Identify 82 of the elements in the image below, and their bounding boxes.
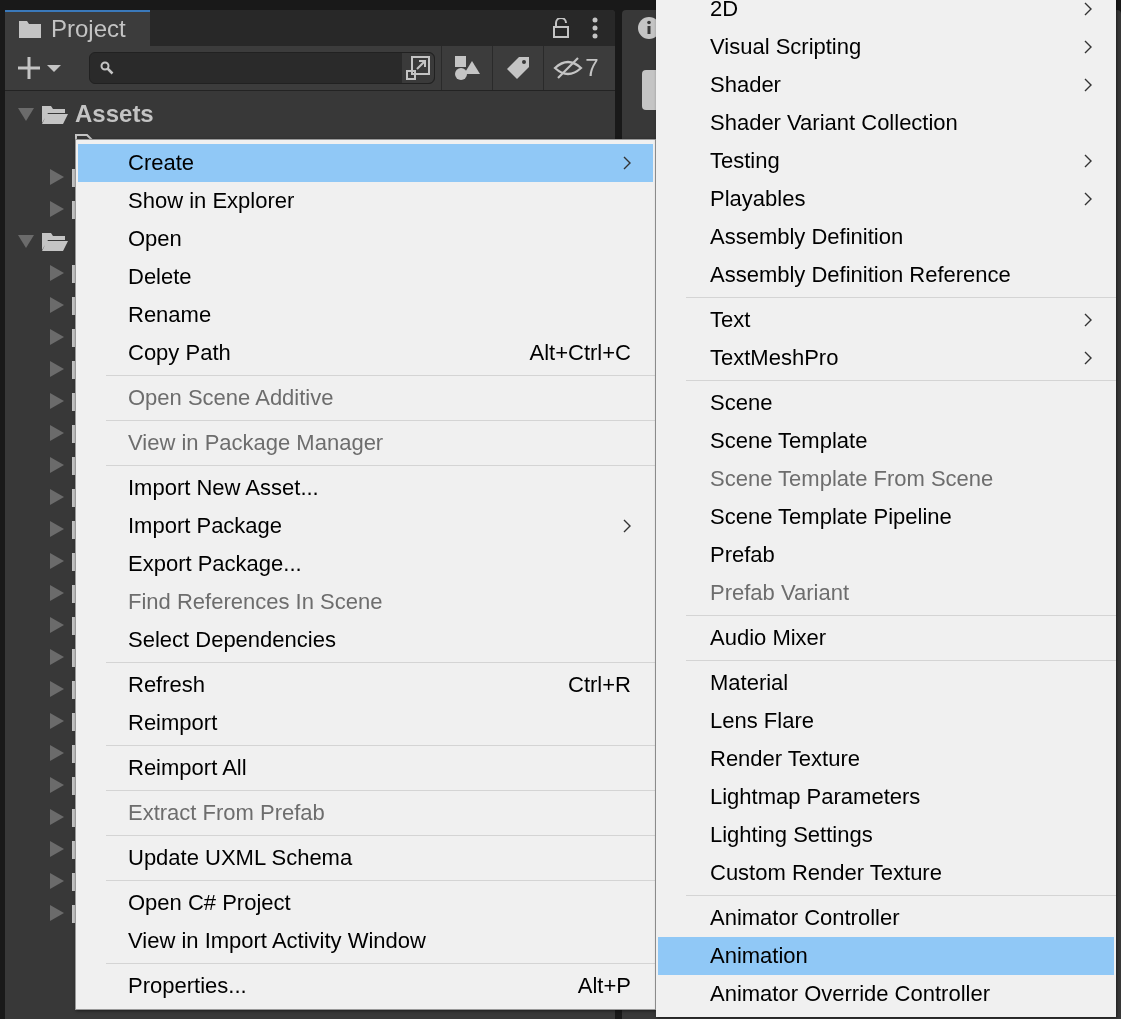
shapes-icon: [453, 55, 481, 81]
expand-window-icon: [406, 56, 430, 80]
collapsed-arrow-icon[interactable]: [47, 393, 65, 409]
collapsed-arrow-icon[interactable]: [47, 457, 65, 473]
tree-item-label[interactable]: Assets: [75, 100, 154, 128]
menu-item[interactable]: Import Package: [78, 507, 653, 545]
collapsed-arrow-icon[interactable]: [47, 361, 65, 377]
hidden-eye-icon: [553, 56, 584, 80]
menu-item[interactable]: Update UXML Schema: [78, 839, 653, 877]
collapsed-arrow-icon[interactable]: [47, 169, 65, 185]
menu-item[interactable]: Animator Override Controller: [658, 975, 1114, 1013]
menu-item[interactable]: Refresh Ctrl+R: [78, 666, 653, 704]
menu-item[interactable]: TextMeshPro: [658, 339, 1114, 377]
hidden-packages-button[interactable]: 7: [543, 46, 608, 90]
collapsed-arrow-icon[interactable]: [47, 617, 65, 633]
menu-item[interactable]: Playables: [658, 180, 1114, 218]
folder-icon: [41, 103, 69, 125]
menu-item[interactable]: Scene: [658, 384, 1114, 422]
collapsed-arrow-icon[interactable]: [47, 553, 65, 569]
menu-item[interactable]: Lens Flare: [658, 702, 1114, 740]
add-dropdown-icon[interactable]: [17, 56, 63, 80]
folder-icon: [19, 20, 41, 38]
collapsed-arrow-icon[interactable]: [47, 713, 65, 729]
menu-item[interactable]: View in Import Activity Window: [78, 922, 653, 960]
menu-item[interactable]: Visual Scripting: [658, 28, 1114, 66]
menu-item[interactable]: Lightmap Parameters: [658, 778, 1114, 816]
collapsed-arrow-icon[interactable]: [47, 201, 65, 217]
menu-item[interactable]: Render Texture: [658, 740, 1114, 778]
collapsed-arrow-icon[interactable]: [47, 265, 65, 281]
menu-item[interactable]: Shader Variant Collection: [658, 104, 1114, 142]
collapsed-arrow-icon[interactable]: [47, 329, 65, 345]
menu-item[interactable]: Reimport: [78, 704, 653, 742]
search-mode-button[interactable]: [402, 53, 434, 83]
more-icon[interactable]: [591, 17, 599, 39]
menu-item[interactable]: Open: [78, 220, 653, 258]
collapsed-arrow-icon[interactable]: [47, 521, 65, 537]
search-field[interactable]: [89, 52, 435, 84]
menu-item[interactable]: Rename: [78, 296, 653, 334]
lock-icon[interactable]: [553, 18, 569, 38]
menu-item[interactable]: Reimport All: [78, 749, 653, 787]
menu-item[interactable]: Animation: [658, 937, 1114, 975]
collapsed-arrow-icon[interactable]: [47, 297, 65, 313]
menu-item[interactable]: Copy Path Alt+Ctrl+C: [78, 334, 653, 372]
menu-item[interactable]: Shader: [658, 66, 1114, 104]
menu-item[interactable]: Scene Template: [658, 422, 1114, 460]
menu-item[interactable]: Testing: [658, 142, 1114, 180]
menu-item[interactable]: Show in Explorer: [78, 182, 653, 220]
menu-item[interactable]: 2D: [658, 0, 1114, 28]
search-icon: [100, 61, 114, 75]
menu-item[interactable]: Delete: [78, 258, 653, 296]
menu-item[interactable]: Assembly Definition: [658, 218, 1114, 256]
collapsed-arrow-icon[interactable]: [47, 585, 65, 601]
menu-item[interactable]: Create: [78, 144, 653, 182]
collapsed-arrow-icon[interactable]: [47, 425, 65, 441]
menu-item[interactable]: Animator Controller: [658, 899, 1114, 937]
collapsed-arrow-icon[interactable]: [47, 489, 65, 505]
menu-item[interactable]: Custom Render Texture: [658, 854, 1114, 892]
collapsed-arrow-icon[interactable]: [47, 649, 65, 665]
menu-item[interactable]: Select Dependencies: [78, 621, 653, 659]
collapsed-arrow-icon[interactable]: [47, 777, 65, 793]
menu-item[interactable]: Audio Mixer: [658, 619, 1114, 657]
collapsed-arrow-icon[interactable]: [47, 809, 65, 825]
menu-item[interactable]: Open C# Project: [78, 884, 653, 922]
menu-item[interactable]: Text: [658, 301, 1114, 339]
folder-icon: [41, 230, 69, 252]
menu-item[interactable]: Scene Template Pipeline: [658, 498, 1114, 536]
menu-item[interactable]: Lighting Settings: [658, 816, 1114, 854]
collapsed-arrow-icon[interactable]: [47, 841, 65, 857]
expanded-arrow-icon[interactable]: [17, 233, 35, 249]
menu-item[interactable]: Material: [658, 664, 1114, 702]
menu-item[interactable]: Assembly Definition Reference: [658, 256, 1114, 294]
collapsed-arrow-icon[interactable]: [47, 681, 65, 697]
tag-icon: [505, 55, 531, 81]
collapsed-arrow-icon[interactable]: [47, 873, 65, 889]
menu-item[interactable]: Import New Asset...: [78, 469, 653, 507]
expanded-arrow-icon[interactable]: [17, 106, 35, 122]
menu-item[interactable]: Properties... Alt+P: [78, 967, 653, 1005]
collapsed-arrow-icon[interactable]: [47, 905, 65, 921]
menu-item[interactable]: Export Package...: [78, 545, 653, 583]
menu-item[interactable]: Prefab: [658, 536, 1114, 574]
project-tab[interactable]: Project: [5, 10, 150, 46]
collapsed-arrow-icon[interactable]: [47, 745, 65, 761]
